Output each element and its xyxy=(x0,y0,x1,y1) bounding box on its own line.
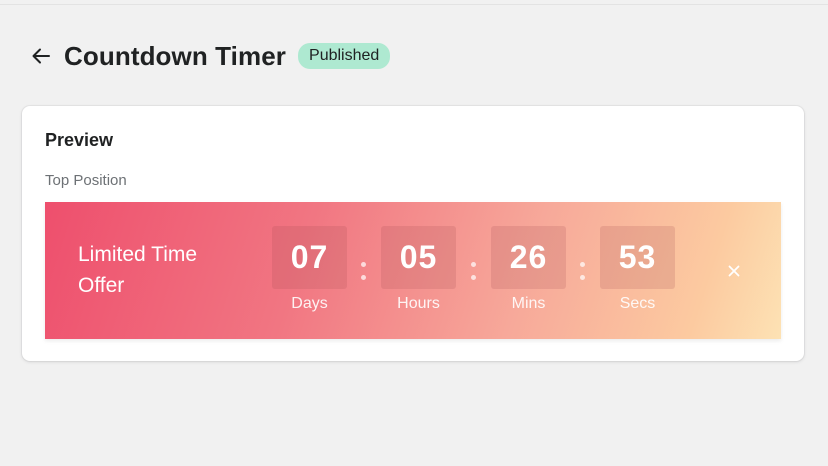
separator xyxy=(580,262,586,284)
countdown-mins: 26 Mins xyxy=(491,226,566,313)
page-header: Countdown Timer Published xyxy=(28,38,391,74)
arrow-left-icon xyxy=(32,48,50,64)
countdown-banner: Limited Time Offer 07 Days 05 Hours 26 M… xyxy=(45,202,781,339)
offer-text: Limited Time Offer xyxy=(78,243,198,297)
close-button[interactable] xyxy=(725,262,743,280)
back-button[interactable] xyxy=(28,43,54,69)
page-title: Countdown Timer xyxy=(64,40,287,71)
preview-title: Preview xyxy=(45,130,114,150)
secs-label: Secs xyxy=(619,295,656,312)
mins-value: 26 xyxy=(491,226,566,289)
close-icon xyxy=(728,265,740,277)
separator xyxy=(471,262,477,284)
secs-value: 53 xyxy=(600,226,675,289)
hours-label: Hours xyxy=(397,295,440,312)
days-label: Days xyxy=(291,295,328,312)
days-value: 07 xyxy=(272,226,347,289)
separator xyxy=(361,262,367,284)
preview-card: Preview Top Position Limited Time Offer … xyxy=(22,106,804,361)
hours-value: 05 xyxy=(381,226,456,289)
countdown-secs: 53 Secs xyxy=(600,226,675,313)
top-divider xyxy=(0,4,828,5)
status-badge: Published xyxy=(298,43,391,69)
countdown-days: 07 Days xyxy=(272,226,347,313)
position-label: Top Position xyxy=(45,172,127,189)
mins-label: Mins xyxy=(511,295,546,312)
countdown-hours: 05 Hours xyxy=(381,226,456,313)
